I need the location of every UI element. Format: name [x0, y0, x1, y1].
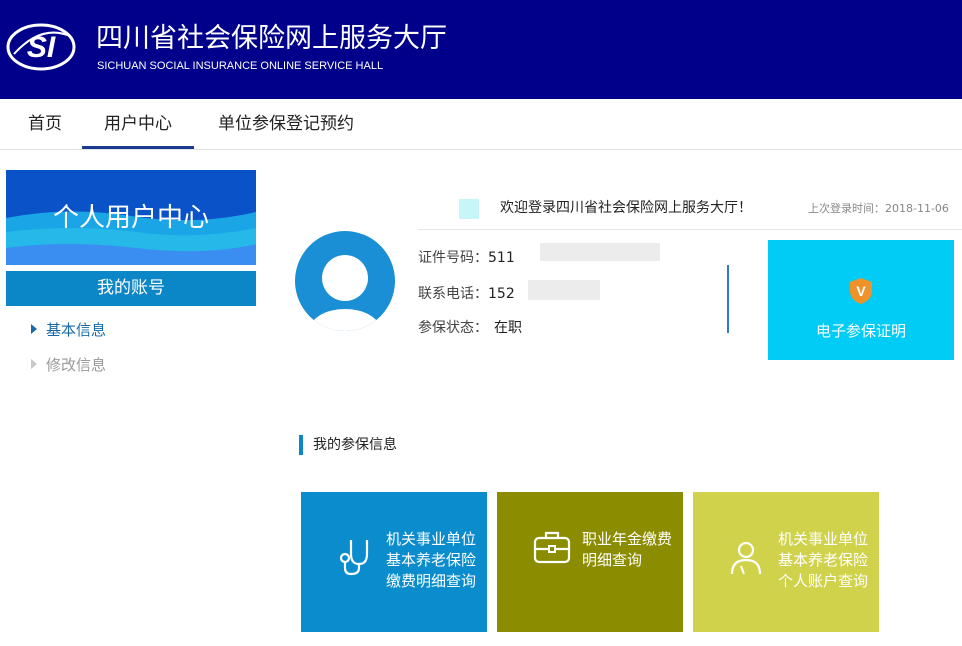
id-number-label: 证件号码：	[418, 250, 488, 266]
tile-pension-payment-query[interactable]: 机关事业单位 基本养老保险 缴费明细查询	[301, 492, 487, 632]
tile-line: 个人账户查询	[778, 572, 869, 590]
last-login-time: 上次登录时间：2018-11-06	[808, 202, 949, 215]
user-silhouette-icon	[309, 255, 381, 331]
caret-right-icon	[31, 359, 37, 369]
avatar[interactable]	[295, 231, 395, 331]
site-subtitle: SICHUAN SOCIAL INSURANCE ONLINE SERVICE …	[97, 60, 384, 72]
shield-badge-letter: V	[856, 283, 866, 299]
site-title: 四川省社会保险网上服务大厅	[96, 23, 447, 54]
tile-label: 机关事业单位 基本养老保险 缴费明细查询	[386, 529, 476, 592]
redacted-phone-mask	[528, 280, 600, 300]
nav-unit-registration[interactable]: 单位参保登记预约	[202, 99, 370, 149]
welcome-message: 欢迎登录四川省社会保险网上服务大厅！	[500, 200, 752, 216]
caret-right-icon	[31, 324, 37, 334]
tile-line: 基本养老保险	[778, 551, 869, 569]
tile-annuity-payment-query[interactable]: 职业年金缴费 明细查询	[497, 492, 683, 632]
redacted-id-mask	[540, 243, 660, 261]
phone-value: 152	[488, 286, 515, 302]
site-header: SI 四川省社会保险网上服务大厅 SICHUAN SOCIAL INSURANC…	[0, 0, 962, 99]
nav-home[interactable]: 首页	[14, 99, 76, 149]
user-center-banner: 个人用户中心	[6, 170, 256, 265]
tile-line: 明细查询	[582, 551, 643, 569]
sidebar-link-label: 基本信息	[46, 321, 107, 339]
tile-line: 缴费明细查询	[386, 572, 477, 590]
logo-text: SI	[27, 31, 56, 64]
tile-personal-account-query[interactable]: 机关事业单位 基本养老保险 个人账户查询	[693, 492, 879, 632]
tile-line: 基本养老保险	[386, 551, 477, 569]
id-number-row: 证件号码：511	[418, 248, 515, 268]
tile-line: 职业年金缴费	[582, 530, 673, 548]
sidebar-link-basic-info[interactable]: 基本信息	[31, 320, 106, 340]
welcome-marker	[459, 199, 479, 219]
insurance-status-label: 参保状态：	[418, 320, 488, 336]
tile-line: 机关事业单位	[778, 530, 869, 548]
banner-title: 个人用户中心	[52, 203, 209, 233]
section-marker	[299, 435, 303, 455]
person-icon	[730, 541, 762, 575]
tile-line: 机关事业单位	[386, 530, 477, 548]
vertical-separator	[727, 265, 729, 333]
tile-label: 职业年金缴费 明细查询	[582, 529, 672, 571]
sidebar-link-edit-info[interactable]: 修改信息	[31, 355, 106, 375]
e-certificate-label: 电子参保证明	[815, 322, 906, 340]
briefcase-icon	[533, 531, 571, 564]
section-title: 我的参保信息	[313, 437, 397, 453]
insurance-status-row: 参保状态： 在职	[418, 318, 522, 338]
insurance-status-value: 在职	[494, 320, 522, 336]
shield-v-icon: V	[850, 278, 872, 304]
sidebar-link-label: 修改信息	[46, 356, 107, 374]
main-nav: 首页 用户中心 单位参保登记预约	[0, 99, 962, 150]
id-number-value: 511	[488, 250, 515, 266]
tile-label: 机关事业单位 基本养老保险 个人账户查询	[778, 529, 868, 592]
si-logo-icon[interactable]: SI	[6, 22, 76, 72]
nav-user-center[interactable]: 用户中心	[82, 99, 194, 149]
stethoscope-icon	[339, 540, 369, 576]
phone-row: 联系电话：152	[418, 284, 515, 304]
phone-label: 联系电话：	[418, 286, 488, 302]
divider	[418, 229, 962, 230]
my-account-header[interactable]: 我的账号	[6, 271, 256, 306]
e-certificate-button[interactable]: V 电子参保证明	[768, 240, 954, 360]
